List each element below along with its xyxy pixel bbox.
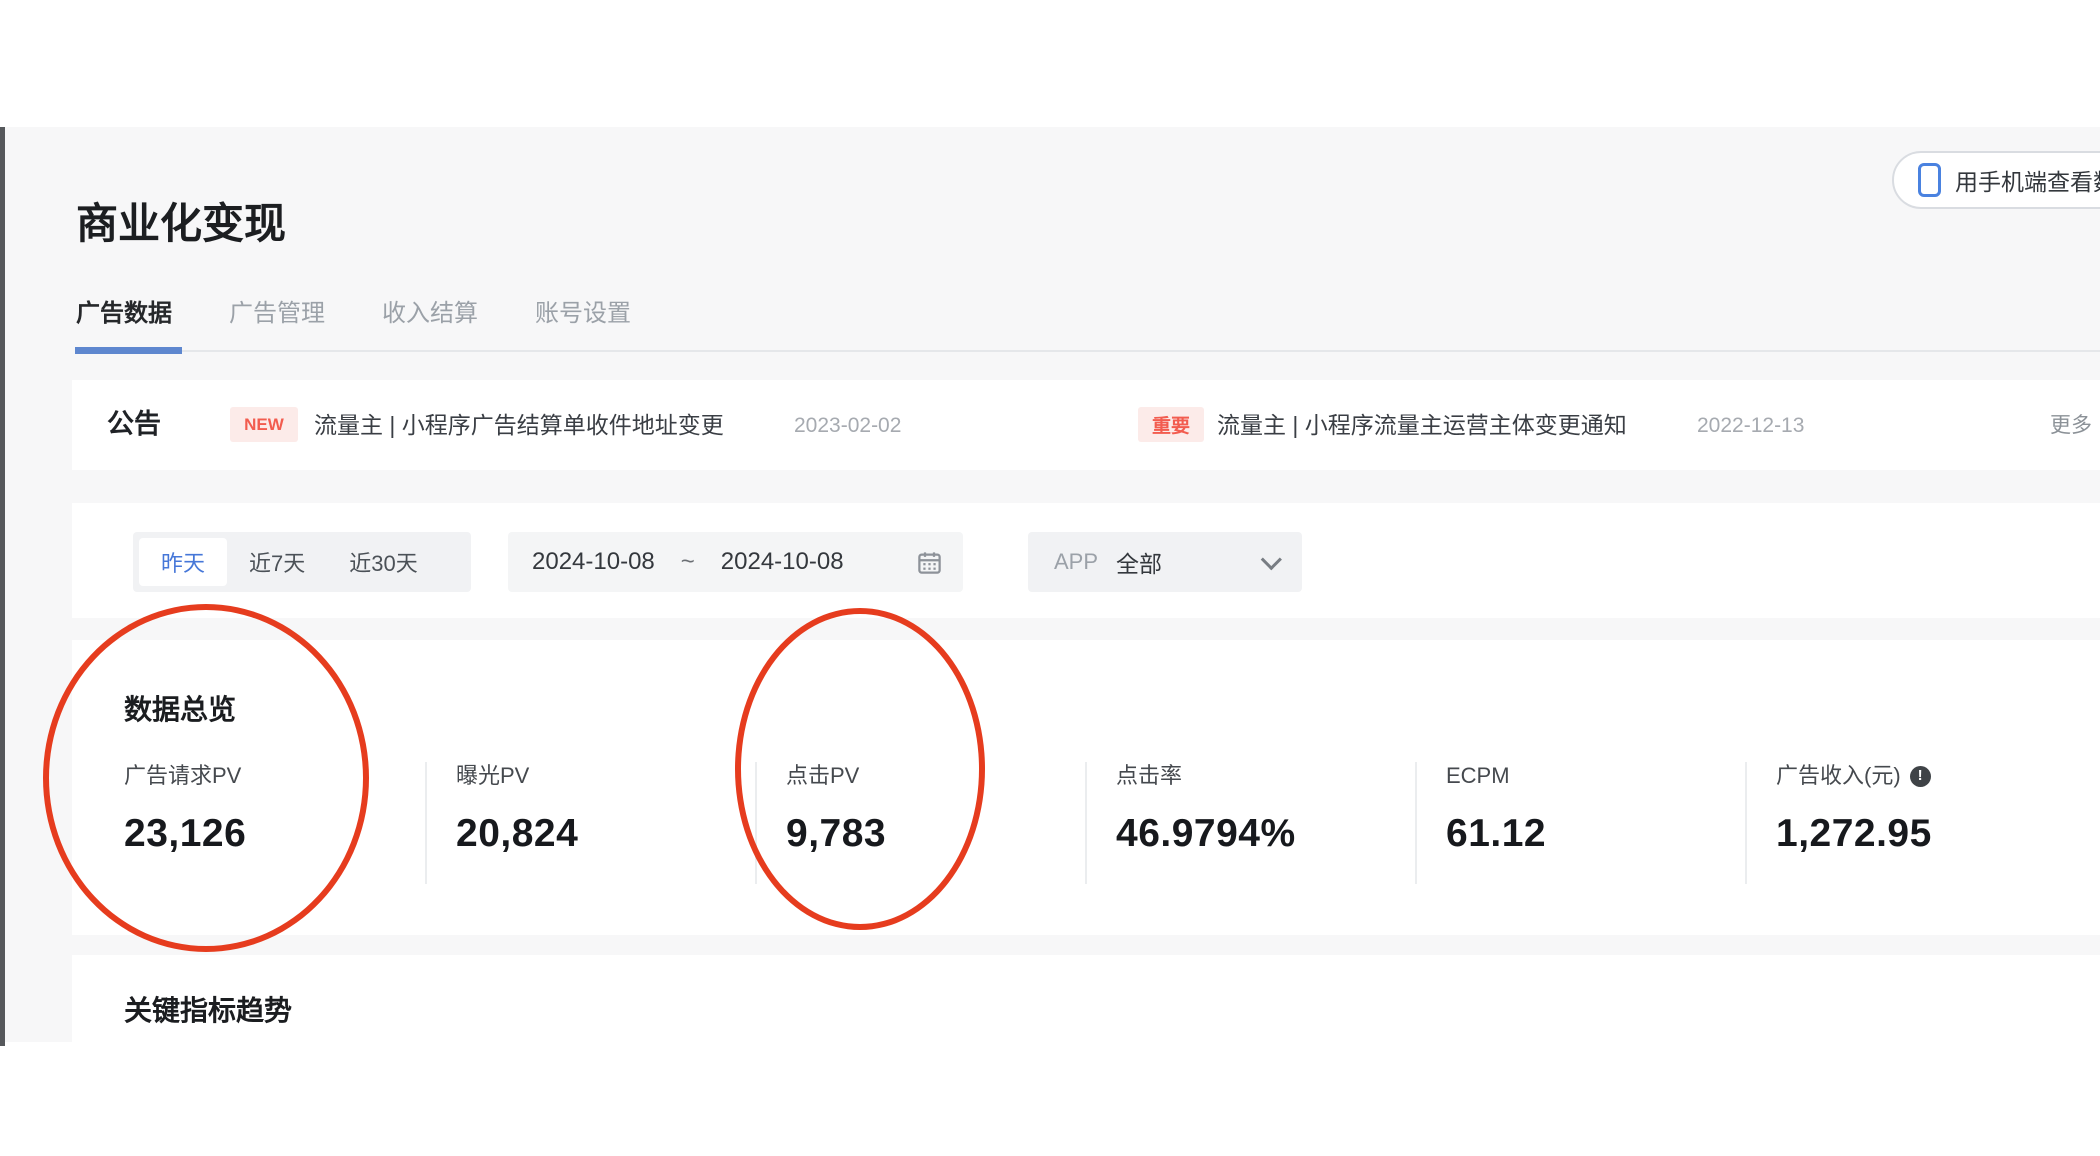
phone-icon (1918, 163, 1941, 197)
page-title: 商业化变现 (76, 200, 287, 247)
metric-value: 9,783 (786, 812, 887, 855)
chevron-down-icon (1260, 548, 1282, 570)
metric-label: 点击PV (786, 763, 860, 788)
announcement-badge-new: NEW (230, 407, 298, 442)
data-overview-card: 数据总览 广告请求PV 23,126 曝光PV 20,824 点击PV 9,78… (72, 640, 2100, 935)
metric-value: 23,126 (124, 812, 247, 855)
metric-ecpm: ECPM 61.12 (1415, 762, 1745, 884)
announcement-link-1[interactable]: 流量主 | 小程序广告结算单收件地址变更 (314, 408, 724, 442)
range-last-7-days[interactable]: 近7天 (227, 538, 327, 586)
metric-label: 点击率 (1116, 763, 1183, 788)
view-on-mobile-button[interactable]: 用手机端查看数据 (1892, 151, 2100, 209)
tab-ad-management[interactable]: 广告管理 (229, 293, 325, 328)
metrics-row: 广告请求PV 23,126 曝光PV 20,824 点击PV 9,783 点击率… (72, 762, 2075, 884)
key-trends-title: 关键指标趋势 (124, 995, 293, 1026)
range-yesterday[interactable]: 昨天 (139, 538, 228, 586)
announcement-date-2: 2022-12-13 (1697, 414, 1805, 437)
metric-label: 广告请求PV (124, 763, 242, 788)
metric-value: 20,824 (456, 812, 579, 855)
date-range-separator: ~ (680, 548, 695, 575)
metric-click-rate: 点击率 46.9794% (1085, 762, 1415, 884)
announcement-bar: 公告 NEW 流量主 | 小程序广告结算单收件地址变更 2023-02-02 重… (72, 380, 2100, 470)
tab-account-settings[interactable]: 账号设置 (535, 293, 631, 328)
metric-label-text: 广告收入(元) (1776, 763, 1901, 788)
announcement-more-link[interactable]: 更多 (2050, 411, 2092, 441)
tab-ad-data[interactable]: 广告数据 (76, 293, 172, 328)
metric-value: 46.9794% (1116, 812, 1296, 855)
left-edge-strip (0, 127, 5, 1046)
metric-impression-pv: 曝光PV 20,824 (425, 762, 755, 884)
view-on-mobile-label: 用手机端查看数据 (1955, 169, 2100, 195)
app-filter-select[interactable]: APP 全部 (1028, 532, 1302, 592)
announcement-heading: 公告 (107, 409, 161, 439)
metric-value: 61.12 (1446, 812, 1547, 855)
metric-label: ECPM (1446, 763, 1510, 788)
date-range-picker[interactable]: 2024-10-08 ~ 2024-10-08 (508, 532, 963, 592)
metric-value: 1,272.95 (1776, 812, 1932, 855)
tab-revenue-settlement[interactable]: 收入结算 (382, 293, 478, 328)
announcement-date-1: 2023-02-02 (794, 414, 902, 437)
app-filter-label: APP (1054, 549, 1099, 574)
tab-divider-line (75, 350, 2100, 352)
date-start-value: 2024-10-08 (532, 548, 655, 575)
date-quick-range-control: 昨天 近7天 近30天 (133, 532, 471, 592)
app-filter-value: 全部 (1116, 551, 1163, 577)
tab-bar: 广告数据 广告管理 收入结算 账号设置 (76, 293, 631, 328)
date-end-value: 2024-10-08 (720, 548, 844, 575)
metric-label: 广告收入(元) ! (1776, 762, 2075, 790)
metric-label: 曝光PV (456, 763, 530, 788)
data-overview-title: 数据总览 (124, 694, 237, 725)
filter-bar: 昨天 近7天 近30天 2024-10-08 ~ 2024-10-08 APP … (72, 503, 2100, 618)
active-tab-indicator (75, 347, 182, 354)
announcement-link-2[interactable]: 流量主 | 小程序流量主运营主体变更通知 (1217, 408, 1627, 442)
page: 商业化变现 用手机端查看数据 广告数据 广告管理 收入结算 账号设置 公告 NE… (0, 0, 2100, 1156)
metric-click-pv: 点击PV 9,783 (755, 762, 1085, 884)
metric-ad-request-pv: 广告请求PV 23,126 (72, 762, 425, 884)
info-icon[interactable]: ! (1909, 765, 1931, 787)
calendar-icon[interactable] (916, 549, 943, 576)
range-last-30-days[interactable]: 近30天 (327, 538, 439, 586)
announcement-badge-important: 重要 (1138, 407, 1204, 442)
metric-ad-revenue: 广告收入(元) ! 1,272.95 (1745, 762, 2075, 884)
key-trends-card: 关键指标趋势 (72, 955, 2100, 1042)
